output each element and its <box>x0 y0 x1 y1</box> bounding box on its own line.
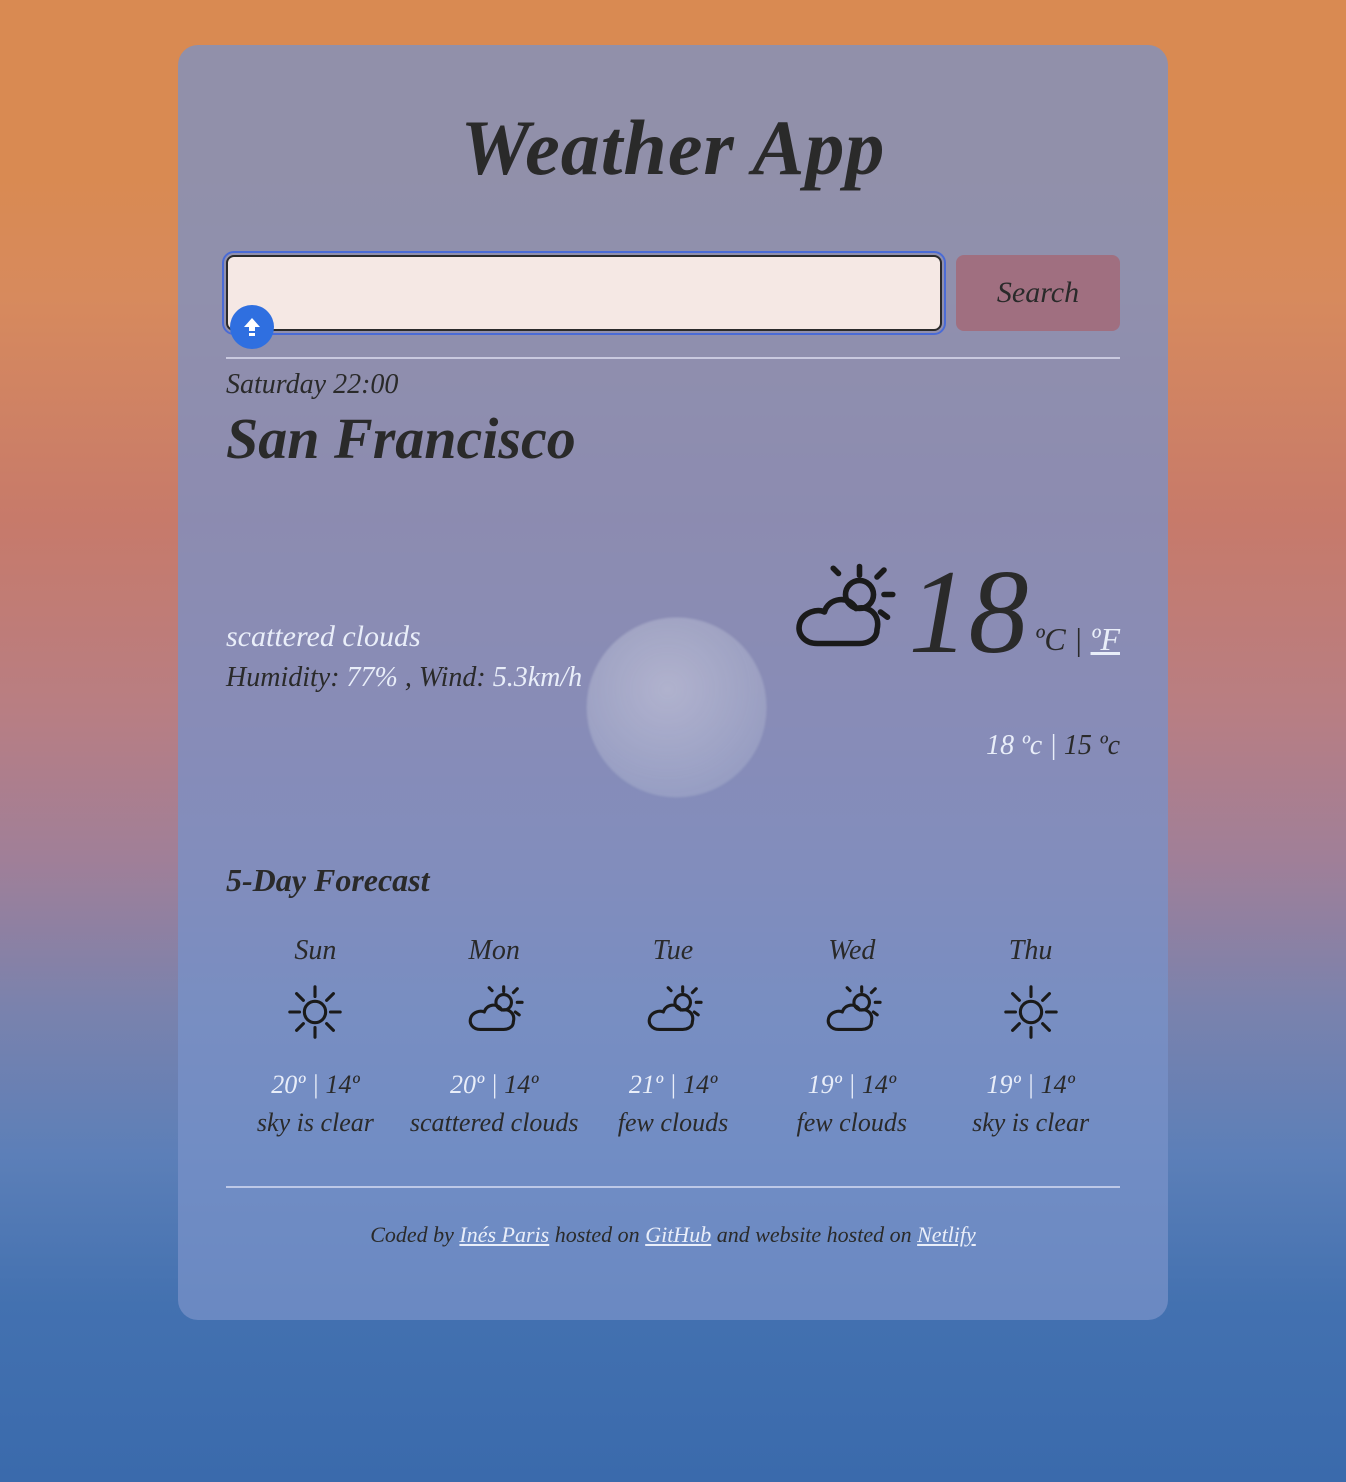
current-datetime: Saturday 22:00 <box>226 369 1120 401</box>
current-row: scattered clouds Humidity: 77% , Wind: 5… <box>226 552 1120 762</box>
footer-hosted-on: hosted on <box>549 1222 645 1247</box>
forecast-day-name: Sun <box>226 935 405 967</box>
footer-host-link[interactable]: Netlify <box>917 1222 976 1247</box>
forecast-low: 14º <box>325 1070 359 1099</box>
forecast-partly-cloudy-icon <box>642 981 704 1043</box>
wind-label: , Wind: <box>398 662 493 693</box>
forecast-desc: few clouds <box>762 1108 941 1138</box>
forecast-temps: 21º | 14º <box>584 1070 763 1100</box>
forecast-high: 20º <box>450 1070 484 1099</box>
forecast-low: 14º <box>683 1070 717 1099</box>
temp-low: 15 ºc <box>1064 730 1120 761</box>
forecast-partly-cloudy-icon <box>463 981 525 1043</box>
forecast-low: 14º <box>862 1070 896 1099</box>
forecast-high: 20º <box>271 1070 305 1099</box>
forecast-temps: 19º | 14º <box>762 1070 941 1100</box>
unit-fahrenheit-link[interactable]: ºF <box>1091 621 1120 657</box>
high-low: 18 ºc | 15 ºc <box>786 730 1120 762</box>
unit-sep: | <box>1066 621 1091 657</box>
forecast-sep: | <box>842 1070 862 1099</box>
forecast-low: 14º <box>504 1070 538 1099</box>
forecast-sunny-icon <box>1000 981 1062 1043</box>
humidity-label: Humidity: <box>226 662 347 693</box>
forecast-temps: 20º | 14º <box>226 1070 405 1100</box>
city-search-input[interactable] <box>226 255 942 331</box>
forecast-desc: scattered clouds <box>405 1108 584 1138</box>
current-description: scattered clouds <box>226 620 582 654</box>
forecast-day: Wed 19º | 14º few clouds <box>762 935 941 1138</box>
footer-divider <box>226 1186 1120 1188</box>
temp-line: 18 ºC | ºF <box>786 552 1120 672</box>
footer-and-hosted: and website hosted on <box>711 1222 917 1247</box>
forecast-sunny-icon <box>284 981 346 1043</box>
divider <box>226 357 1120 359</box>
forecast-day-name: Mon <box>405 935 584 967</box>
moon-decor <box>587 617 767 797</box>
footer-repo-link[interactable]: GitHub <box>645 1222 711 1247</box>
forecast-sep: | <box>305 1070 325 1099</box>
current-right: 18 ºC | ºF 18 ºc | 15 ºc <box>786 552 1120 762</box>
app-title: Weather App <box>226 103 1120 193</box>
forecast-day-name: Thu <box>941 935 1120 967</box>
search-row: Search <box>226 255 1120 331</box>
search-input-wrap <box>226 255 942 331</box>
forecast-desc: sky is clear <box>941 1108 1120 1138</box>
forecast-sep: | <box>484 1070 504 1099</box>
current-city: San Francisco <box>226 405 1120 472</box>
forecast-day: Sun 20º | 14º sky is clear <box>226 935 405 1138</box>
footer-author-link[interactable]: Inés Paris <box>459 1222 549 1247</box>
forecast-partly-cloudy-icon <box>821 981 883 1043</box>
current-weather-icon <box>786 556 898 668</box>
forecast-desc: few clouds <box>584 1108 763 1138</box>
caps-lock-badge-icon <box>230 305 274 349</box>
unit-toggle: ºC | ºF <box>1034 621 1120 672</box>
forecast-title: 5-Day Forecast <box>226 862 1120 899</box>
footer-coded-by: Coded by <box>370 1222 459 1247</box>
forecast-sep: | <box>1021 1070 1041 1099</box>
weather-card: Weather App Search Saturday 22:00 San Fr… <box>178 45 1168 1320</box>
wind-value: 5.3km/h <box>493 662 582 693</box>
forecast-day: Tue 21º | 14º few clouds <box>584 935 763 1138</box>
forecast-low: 14º <box>1041 1070 1075 1099</box>
forecast-row: Sun20º | 14ºsky is clearMon20º | 14ºscat… <box>226 935 1120 1138</box>
search-button[interactable]: Search <box>956 255 1120 331</box>
forecast-temps: 19º | 14º <box>941 1070 1120 1100</box>
unit-celsius[interactable]: ºC <box>1034 621 1065 657</box>
current-temp: 18 <box>908 552 1028 672</box>
current-meta: Humidity: 77% , Wind: 5.3km/h <box>226 662 582 694</box>
footer: Coded by Inés Paris hosted on GitHub and… <box>226 1222 1120 1248</box>
forecast-day-name: Wed <box>762 935 941 967</box>
temp-high: 18 ºc <box>986 730 1042 761</box>
forecast-high: 21º <box>629 1070 663 1099</box>
humidity-value: 77% <box>347 662 398 693</box>
forecast-day: Mon 20º | 14º scattered clouds <box>405 935 584 1138</box>
forecast-temps: 20º | 14º <box>405 1070 584 1100</box>
forecast-desc: sky is clear <box>226 1108 405 1138</box>
forecast-day-name: Tue <box>584 935 763 967</box>
forecast-high: 19º <box>986 1070 1020 1099</box>
forecast-sep: | <box>663 1070 683 1099</box>
forecast-day: Thu 19º | 14º sky is clear <box>941 935 1120 1138</box>
forecast-high: 19º <box>808 1070 842 1099</box>
hl-sep: | <box>1042 730 1064 761</box>
current-left: scattered clouds Humidity: 77% , Wind: 5… <box>226 620 582 694</box>
